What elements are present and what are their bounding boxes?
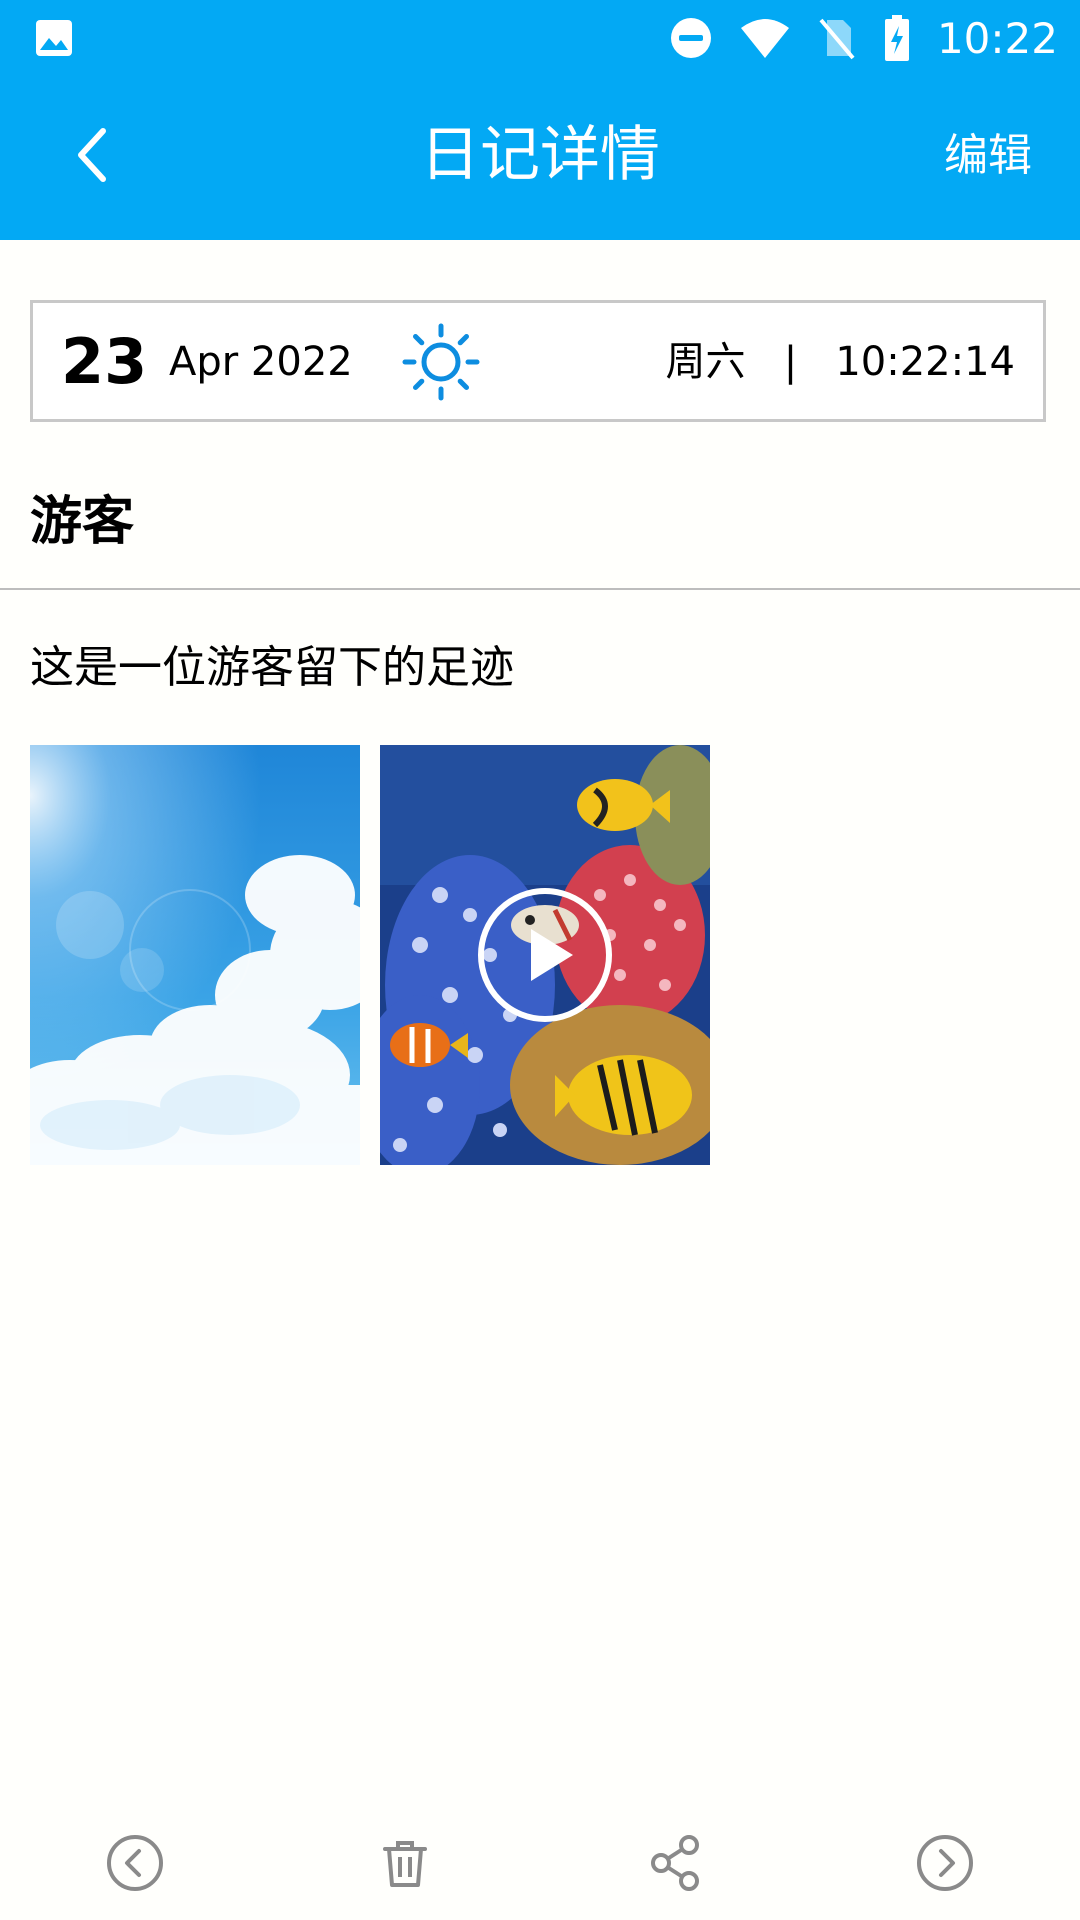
gallery-icon [36,20,72,56]
weekday: 周六 [665,339,746,385]
previous-button[interactable] [100,1828,170,1898]
date-month-year: Apr 2022 [169,339,353,385]
date-day: 23 [61,325,148,398]
play-icon[interactable] [475,885,615,1025]
sky-image [30,745,360,1165]
image-thumbnail[interactable] [30,745,360,1165]
divider [0,588,1080,590]
previous-icon [107,1835,163,1891]
no-sim-icon [819,18,855,60]
edit-button[interactable]: 编辑 [944,130,1032,182]
date-separator: | [783,339,798,385]
date-card: 23 Apr 2022 周六 | 10:22:14 [30,300,1046,422]
date-right-info: 周六 | 10:22:14 [666,339,1015,385]
do-not-disturb-icon [670,18,711,58]
share-button[interactable] [640,1828,710,1898]
status-time: 10:22 [936,13,1058,63]
next-button[interactable] [910,1828,980,1898]
wifi-icon [740,19,789,58]
entry-body: 这是一位游客留下的足迹 [30,642,514,693]
entry-title: 游客 [30,492,135,552]
app-bar: 10:22 日记详情 编辑 [0,0,1080,240]
status-icons: 10:22 [669,0,1058,76]
share-icon [651,1835,699,1891]
sunny-icon [402,323,480,401]
diary-detail-screen: 10:22 日记详情 编辑 23 Apr 2022 周六 | 10:22:14 … [0,0,1080,1920]
entry-time: 10:22:14 [835,339,1015,385]
video-thumbnail[interactable] [380,745,710,1165]
page-title: 日记详情 [420,120,660,190]
next-icon [917,1835,973,1891]
battery-charging-icon [884,15,909,61]
bottom-action-bar [0,1800,1080,1920]
status-bar: 10:22 [0,0,1080,76]
delete-button[interactable] [370,1828,440,1898]
separator [746,339,784,385]
delete-icon [383,1841,427,1887]
toolbar: 日记详情 编辑 [0,76,1080,240]
separator-space [797,339,835,385]
